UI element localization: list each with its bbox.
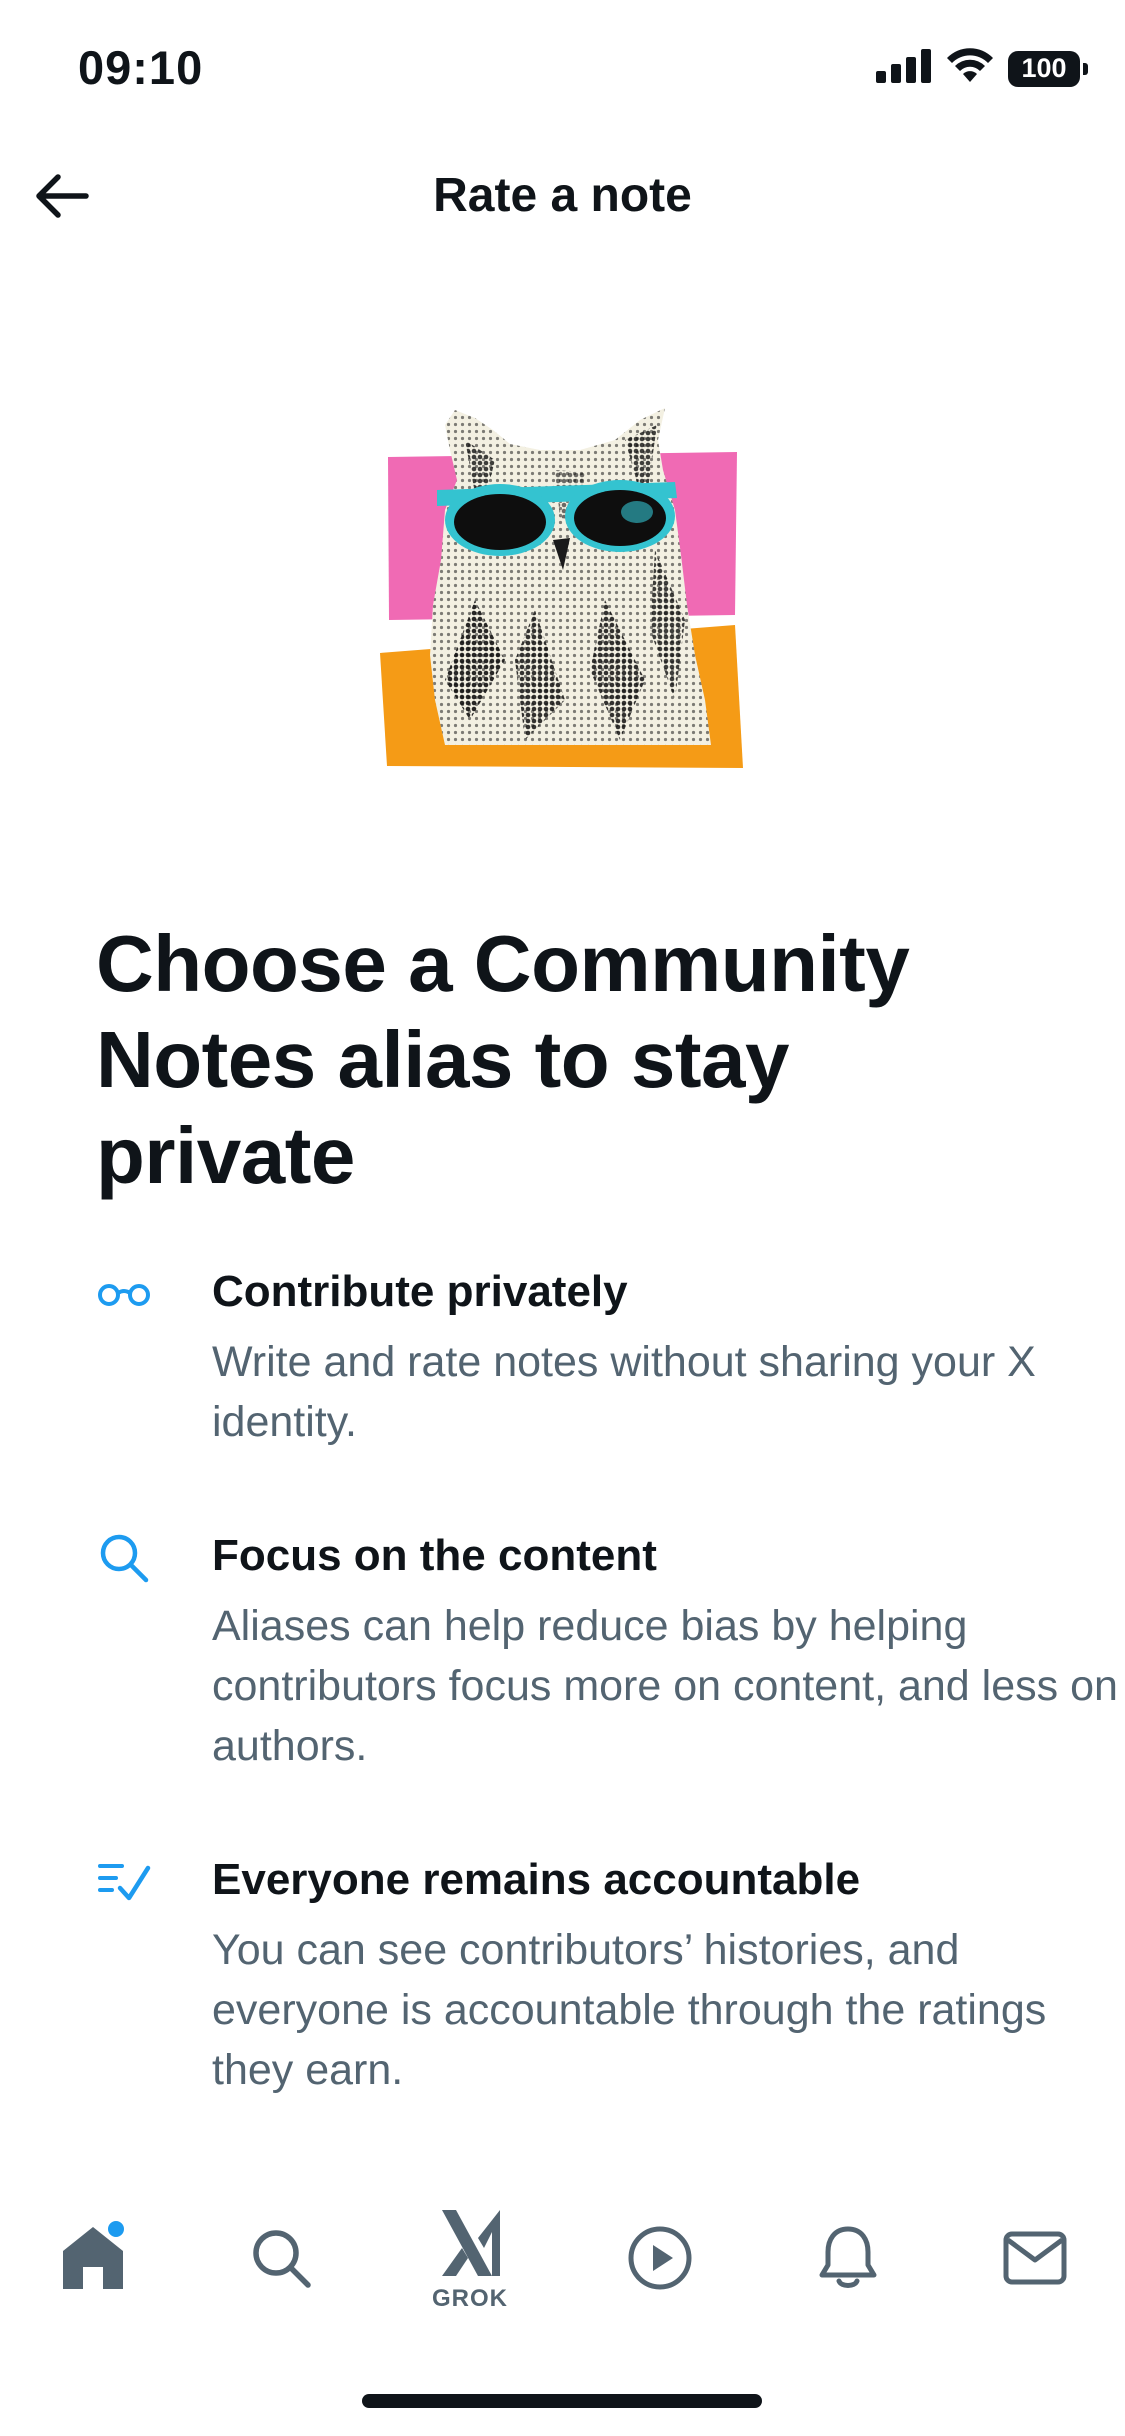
play-icon [627,2225,693,2296]
headline: Choose a Community Notes alias to stay p… [96,919,910,1200]
checklist-icon [96,1854,152,1910]
feature-description: Aliases can help reduce bias by helping … [212,1602,1118,1770]
page-title: Rate a note [433,169,692,222]
status-time: 09:10 [78,41,204,94]
bottom-tab-bar: GROK [0,2190,1125,2330]
feature-description: Write and rate notes without sharing you… [212,1338,1036,1446]
bell-icon [817,2225,879,2296]
tab-video[interactable] [600,2190,720,2330]
wifi-icon [946,48,994,89]
notification-dot [105,2218,127,2240]
top-nav: Rate a note [0,140,1125,255]
search-icon [249,2226,313,2295]
home-indicator[interactable] [362,2394,762,2408]
feature-description: You can see contributors’ histories, and… [212,1926,1047,2094]
mail-icon [1002,2230,1068,2291]
battery-level: 100 [1021,53,1067,83]
search-icon [96,1530,152,1586]
feature-title: Contribute privately [212,1267,628,1316]
owl-with-sunglasses-illustration [375,400,750,780]
tab-messages[interactable] [975,2190,1095,2330]
tab-grok[interactable]: GROK [410,2190,530,2330]
feature-title: Everyone remains accountable [212,1855,861,1904]
tab-home[interactable] [33,2190,153,2330]
battery-icon: 100 [1008,50,1088,87]
tab-notifications[interactable] [788,2190,908,2330]
grok-label: GROK [432,2284,508,2312]
feature-title: Focus on the content [212,1531,657,1580]
grok-icon [434,2208,506,2283]
status-icons: 100 [876,48,1088,89]
tab-search[interactable] [221,2190,341,2330]
status-bar: 09:10 100 [0,0,1125,140]
cellular-signal-icon [876,49,932,88]
glasses-icon [96,1266,152,1322]
